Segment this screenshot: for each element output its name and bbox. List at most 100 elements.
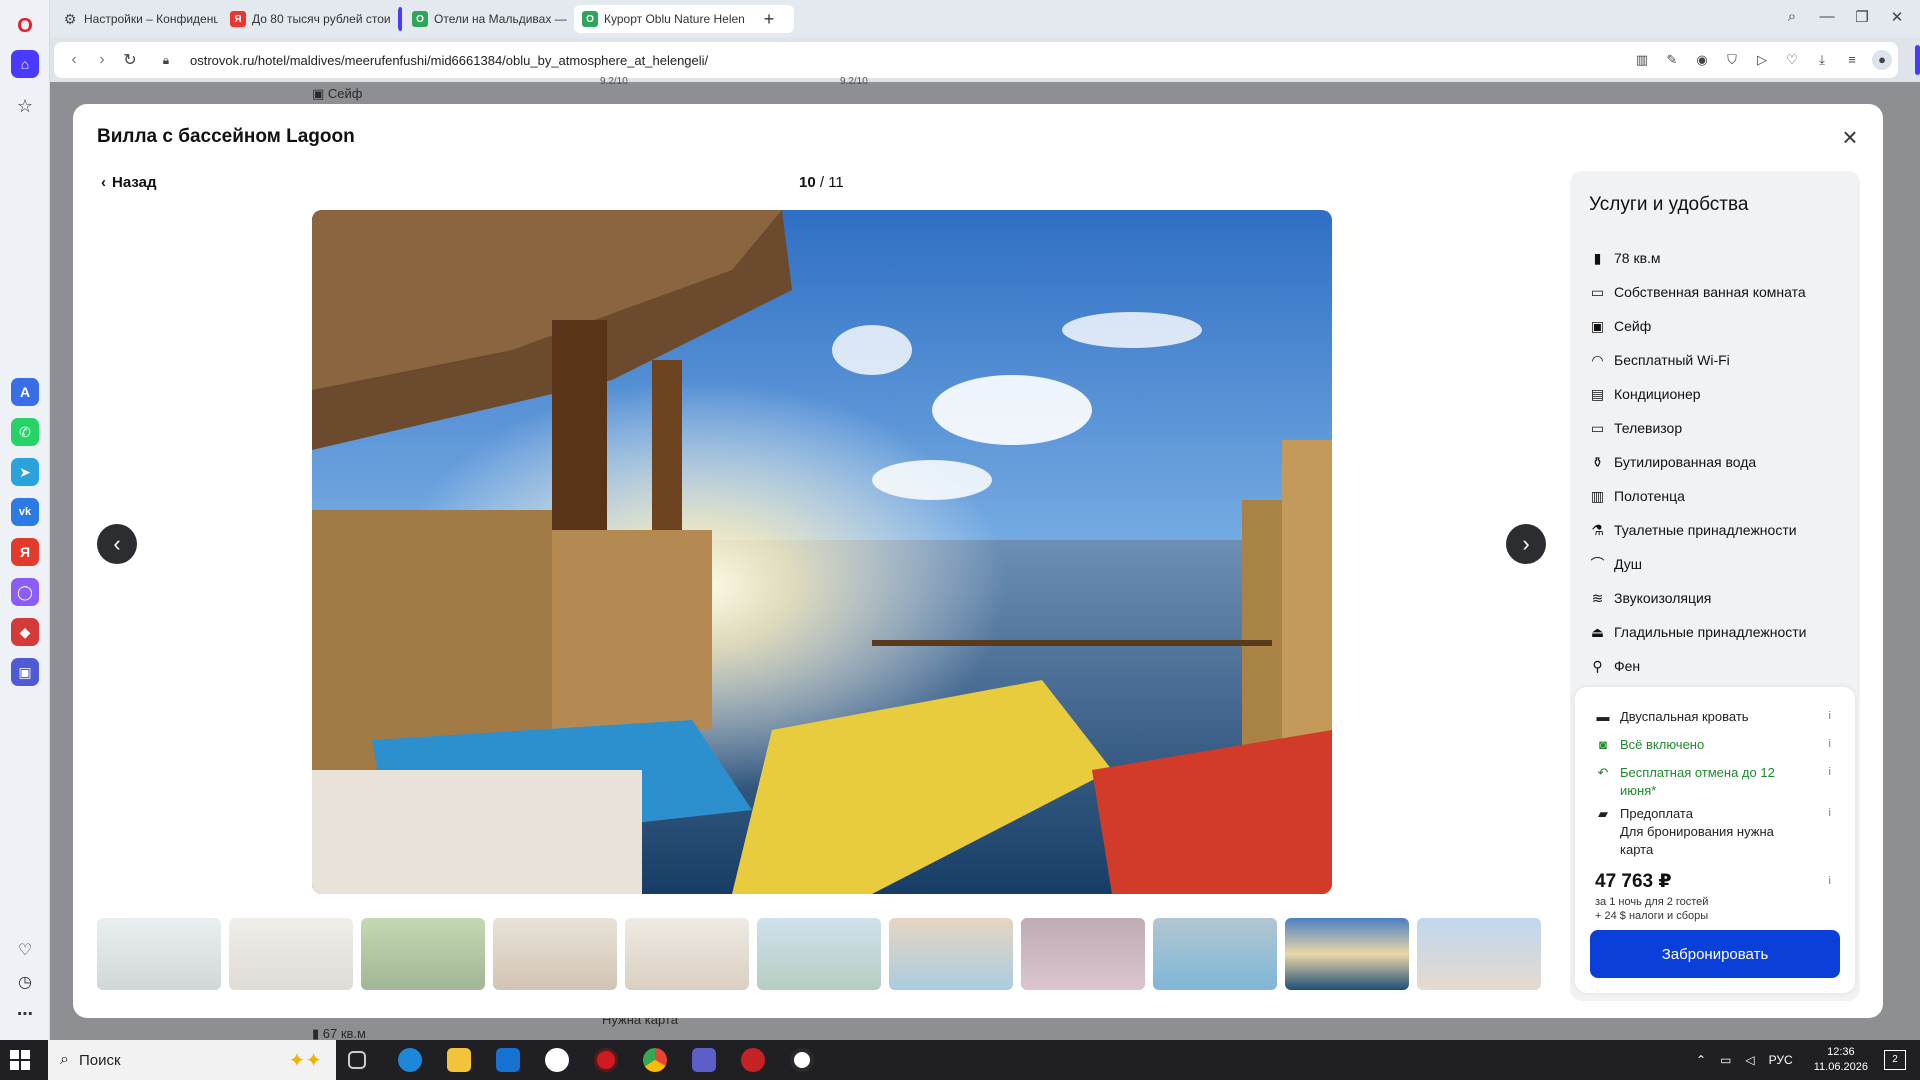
undo-icon: ↶: [1597, 765, 1609, 780]
opera-logo-icon[interactable]: O: [11, 12, 39, 40]
new-tab-button[interactable]: +: [756, 5, 782, 33]
amenity-water: ⚱ Бутилированная вода: [1589, 445, 1854, 479]
prepayment-block: Предоплата Для бронирования нужна карта: [1620, 805, 1790, 859]
explorer-icon[interactable]: [447, 1048, 471, 1072]
close-icon[interactable]: ×: [1835, 122, 1865, 152]
bed-row: ▬ Двуспальная кровать: [1595, 708, 1835, 726]
tab-settings[interactable]: ⚙ Настройки – Конфиденц: [54, 5, 218, 33]
easy-setup-icon[interactable]: ≡: [1842, 50, 1862, 70]
thumbnail[interactable]: [889, 918, 1013, 990]
aria-icon[interactable]: A: [11, 378, 39, 406]
bed-text: Двуспальная кровать: [1620, 709, 1749, 724]
close-window-icon[interactable]: ✕: [1882, 8, 1912, 26]
shower-icon: ⌒: [1590, 556, 1605, 572]
safe-icon: ▣: [1590, 317, 1605, 334]
reader-icon[interactable]: ▥: [1632, 50, 1652, 70]
player-icon[interactable]: ▣: [11, 658, 39, 686]
volume-icon[interactable]: ◁: [1745, 1053, 1754, 1067]
back-button[interactable]: ‹ Назад: [101, 174, 156, 191]
info-icon[interactable]: i: [1829, 807, 1831, 819]
language-indicator[interactable]: РУС: [1769, 1053, 1793, 1067]
thumbnail[interactable]: [361, 918, 485, 990]
book-button[interactable]: Забронировать: [1590, 930, 1840, 978]
camera-icon[interactable]: ◉: [1692, 50, 1712, 70]
amenity-safe: ▣ Сейф: [1590, 317, 1652, 335]
home-icon[interactable]: ⌂: [11, 50, 39, 78]
back-icon[interactable]: ‹: [60, 51, 88, 69]
thumbnail[interactable]: [625, 918, 749, 990]
lock-icon[interactable]: 🔒︎: [152, 53, 180, 68]
yandex-icon[interactable]: Я: [11, 538, 39, 566]
thumbnail-active[interactable]: [1285, 918, 1409, 990]
red-app-icon[interactable]: [741, 1048, 765, 1072]
amenity-bathroom: ▭ Собственная ванная комната: [1590, 283, 1806, 301]
browser-sidebar: O ⌂ ☆ A ✆ ➤ vk Я ◯ ◆ ▣ ♡ ◷ ⋯: [0, 0, 50, 1040]
counter-separator: /: [815, 174, 829, 191]
task-view-icon[interactable]: [348, 1051, 366, 1069]
thumbnail[interactable]: [757, 918, 881, 990]
whatsapp-icon[interactable]: ✆: [11, 418, 39, 446]
play-icon[interactable]: ▷: [1752, 50, 1772, 70]
shield-icon[interactable]: ⛉: [1722, 50, 1742, 70]
edit-icon[interactable]: ✎: [1662, 50, 1682, 70]
iron-icon: ⏏: [1590, 623, 1605, 640]
history-icon[interactable]: ◷: [11, 968, 39, 996]
info-icon[interactable]: i: [1829, 766, 1831, 778]
chrome-icon[interactable]: [643, 1048, 667, 1072]
search-tabs-icon[interactable]: ⌕: [1777, 8, 1807, 25]
tab-label: Настройки – Конфиденц: [84, 12, 218, 26]
counter-total: 11: [828, 174, 844, 191]
thumbnail[interactable]: [97, 918, 221, 990]
info-icon[interactable]: i: [1829, 710, 1831, 722]
minimize-icon[interactable]: —: [1812, 8, 1842, 25]
chevron-up-icon[interactable]: ⌃: [1696, 1053, 1706, 1067]
game-icon[interactable]: ◆: [11, 618, 39, 646]
villa-pool-photo: [312, 210, 1332, 894]
amenity-area: ▮ 78 кв.м: [1589, 241, 1854, 275]
thumbnail[interactable]: [493, 918, 617, 990]
thumbnail[interactable]: [229, 918, 353, 990]
main-photo: [312, 210, 1332, 894]
windows-taskbar: ⌕ Поиск ✦✦ ⌃ ▭ ◁ РУС 12:36 11.06.2026 2: [0, 1040, 1920, 1080]
windows-start-icon[interactable]: [10, 1050, 30, 1070]
next-photo-button[interactable]: ›: [1506, 524, 1546, 564]
restore-icon[interactable]: ❐: [1847, 8, 1877, 26]
news-favicon-icon: Я: [230, 11, 246, 27]
network-icon[interactable]: ▭: [1720, 1053, 1731, 1067]
forward-icon[interactable]: ›: [88, 51, 116, 69]
reload-icon[interactable]: ↻: [116, 50, 144, 70]
opera-taskbar-icon[interactable]: [594, 1048, 618, 1072]
edge-icon[interactable]: [398, 1048, 422, 1072]
taskbar-search[interactable]: ⌕ Поиск ✦✦: [48, 1040, 336, 1080]
cancellation-row: ↶ Бесплатная отмена до 12 июня*: [1595, 764, 1835, 800]
back-label: Назад: [112, 174, 157, 191]
prepayment-title: Предоплата: [1620, 806, 1693, 821]
amenity-towels: ▥ Полотенца: [1590, 487, 1685, 505]
vk-icon[interactable]: vk: [11, 498, 39, 526]
telegram-icon[interactable]: ➤: [11, 458, 39, 486]
url-text[interactable]: ostrovok.ru/hotel/maldives/meerufenfushi…: [190, 53, 708, 68]
thumbnail[interactable]: [1021, 918, 1145, 990]
heart-icon[interactable]: ♡: [11, 936, 39, 964]
star-icon[interactable]: ☆: [11, 92, 39, 120]
profile-icon[interactable]: ●: [1872, 50, 1892, 70]
download-icon[interactable]: ⤓: [1812, 50, 1832, 70]
more-icon[interactable]: ⋯: [11, 1000, 39, 1028]
tab-label: До 80 тысяч рублей стои: [252, 12, 391, 26]
price-info-icon[interactable]: i: [1829, 875, 1831, 887]
thumbnail[interactable]: [1417, 918, 1541, 990]
yandex-browser-icon[interactable]: [545, 1048, 569, 1072]
clock[interactable]: 12:36 11.06.2026: [1814, 1045, 1868, 1075]
alice-icon[interactable]: ◯: [11, 578, 39, 606]
thumbnail[interactable]: [1153, 918, 1277, 990]
mail-icon[interactable]: [496, 1048, 520, 1072]
prepayment-row: ▰ Предоплата Для бронирования нужна карт…: [1595, 805, 1835, 859]
teams-icon[interactable]: [692, 1048, 716, 1072]
tab-hotels[interactable]: O Отели на Мальдивах — з: [398, 5, 570, 33]
notification-icon[interactable]: 2: [1884, 1050, 1906, 1070]
favorite-icon[interactable]: ♡: [1782, 50, 1802, 70]
prev-photo-button[interactable]: ‹: [97, 524, 137, 564]
clock-time: 12:36: [1827, 1046, 1855, 1058]
ccleaner-icon[interactable]: [790, 1048, 814, 1072]
info-icon[interactable]: i: [1829, 738, 1831, 750]
